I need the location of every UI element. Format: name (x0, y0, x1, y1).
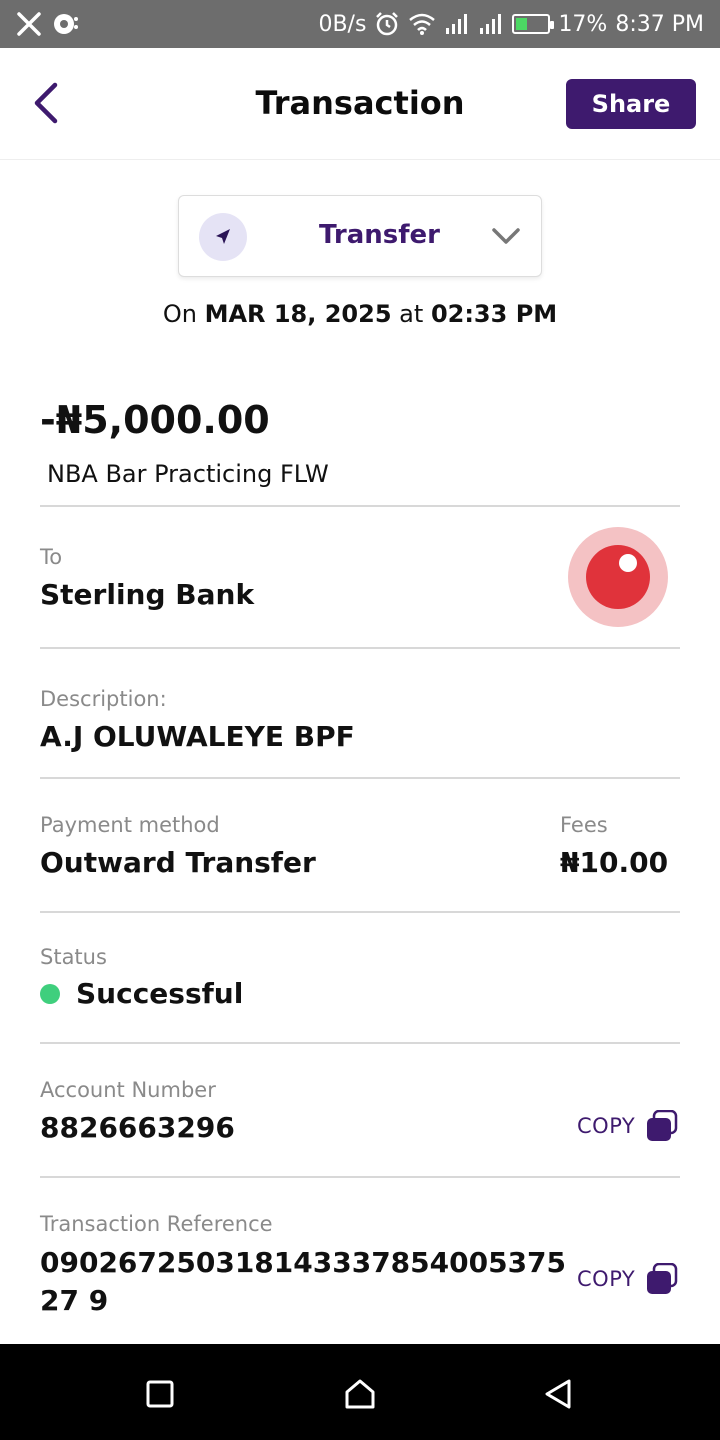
transaction-amount: -₦5,000.00 (40, 398, 270, 442)
battery-percent: 17% (558, 11, 608, 37)
copy-account-button[interactable]: COPY (577, 1110, 679, 1142)
status-bar-right: 0B/s 17% 8:37 PM (318, 8, 704, 40)
fees-value: ₦10.00 (560, 846, 669, 879)
navigation-bar (0, 1344, 720, 1440)
transaction-date: On MAR 18, 2025 at 02:33 PM (0, 300, 720, 328)
alarm-icon (376, 12, 399, 36)
description-label: Description: (40, 687, 167, 711)
transaction-reference-label: Transaction Reference (40, 1212, 273, 1236)
payment-method-value: Outward Transfer (40, 846, 316, 879)
x-app-icon (17, 12, 41, 36)
home-icon (345, 1379, 375, 1409)
status-indicator (40, 984, 60, 1004)
divider (40, 647, 680, 649)
account-number-label: Account Number (40, 1078, 216, 1102)
copy-label: COPY (577, 1267, 636, 1291)
recipient-bank: Sterling Bank (40, 578, 255, 611)
square-icon (146, 1380, 174, 1408)
time-value: 02:33 PM (430, 300, 558, 328)
bank-logo (568, 527, 668, 627)
chevron-down-icon (491, 221, 521, 251)
status-bar-left (16, 10, 80, 38)
share-button[interactable]: Share (566, 79, 696, 129)
transaction-reference-value: 09026725031814333785400537527 9 (40, 1246, 567, 1317)
transaction-type-label: Transfer (319, 220, 440, 250)
status-bar: 0B/s 17% 8:37 PM (0, 0, 720, 48)
divider (40, 505, 680, 507)
divider (40, 1042, 680, 1044)
notification-icon (54, 14, 78, 34)
header: Transaction Share (0, 48, 720, 160)
divider (40, 777, 680, 779)
wifi-icon (409, 13, 436, 35)
divider (40, 911, 680, 913)
date-prefix: On (162, 300, 197, 328)
payment-method-label: Payment method (40, 813, 220, 837)
clock: 8:37 PM (615, 11, 704, 37)
status-value: Successful (76, 977, 244, 1010)
date-connector: at (399, 300, 424, 328)
copy-icon (647, 1110, 678, 1141)
network-speed: 0B/s (318, 11, 367, 37)
recent-apps-button[interactable] (140, 1374, 180, 1414)
merchant-name: NBA Bar Practicing FLW (47, 460, 329, 488)
account-number-value: 8826663296 (40, 1111, 235, 1144)
signal-icon-2 (480, 14, 502, 34)
divider (40, 1176, 680, 1178)
battery-icon (512, 14, 555, 34)
signal-icon (446, 14, 468, 34)
copy-label: COPY (577, 1114, 636, 1138)
date-value: MAR 18, 2025 (204, 300, 392, 328)
status-label: Status (40, 945, 107, 969)
copy-icon (647, 1263, 678, 1294)
fees-label: Fees (560, 813, 608, 837)
copy-reference-button[interactable]: COPY (577, 1263, 679, 1295)
recipient-label: To (40, 545, 63, 569)
home-button[interactable] (340, 1374, 380, 1414)
triangle-back-icon (545, 1379, 571, 1409)
back-nav-button[interactable] (538, 1374, 578, 1414)
transfer-icon (199, 213, 247, 261)
description-value: A.J OLUWALEYE BPF (40, 720, 355, 753)
transaction-type-selector[interactable]: Transfer (178, 195, 542, 277)
